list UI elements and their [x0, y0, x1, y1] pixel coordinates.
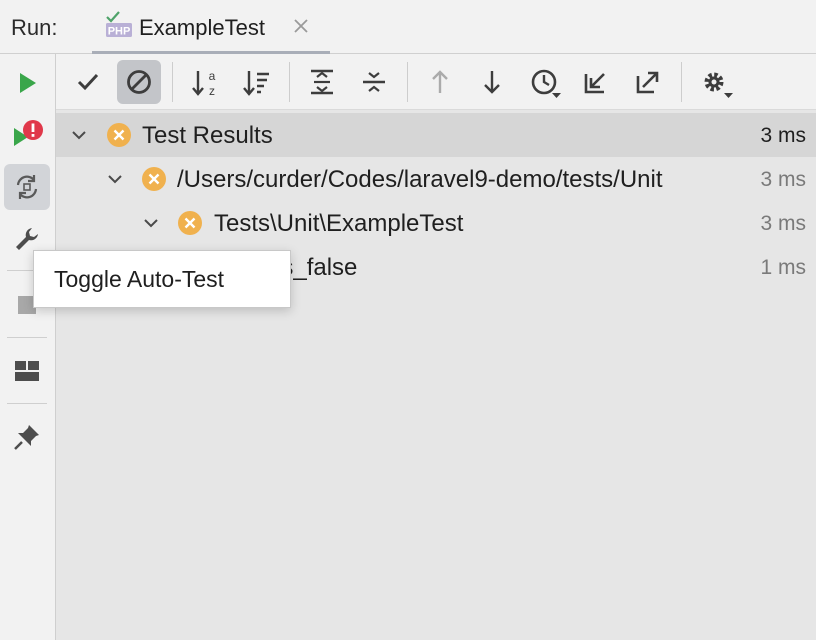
- chevron-down-icon[interactable]: [141, 213, 161, 233]
- rerun-failed-icon: [14, 120, 43, 146]
- previous-failed-button[interactable]: [418, 60, 462, 104]
- ignored-status-icon: [178, 211, 202, 235]
- collapse-all-button[interactable]: [352, 60, 396, 104]
- next-failed-button[interactable]: [470, 60, 514, 104]
- tree-row-test-results[interactable]: Test Results 3 ms: [56, 113, 816, 157]
- chevron-down-icon[interactable]: [105, 169, 125, 189]
- left-toolbar: [0, 54, 56, 640]
- tree-row-time: 3 ms: [760, 124, 806, 147]
- sort-alphabetically-button[interactable]: a z: [183, 60, 227, 104]
- separator: [7, 337, 47, 338]
- pin-icon: [14, 425, 39, 450]
- expand-all-button[interactable]: [300, 60, 344, 104]
- rerun-button[interactable]: [4, 60, 50, 106]
- separator: [681, 62, 682, 102]
- chevron-down-icon[interactable]: [69, 125, 89, 145]
- tree-row-time: 1 ms: [760, 256, 806, 279]
- settings-button[interactable]: [692, 60, 736, 104]
- settings-icon: [704, 72, 733, 98]
- show-ignored-button[interactable]: [117, 60, 161, 104]
- separator: [289, 62, 290, 102]
- tree-row-time: 3 ms: [760, 168, 806, 191]
- test-results-tree: Test Results 3 ms /Users/curder/Codes/la…: [56, 110, 816, 640]
- separator: [172, 62, 173, 102]
- tree-row-example-test[interactable]: Tests\Unit\ExampleTest 3 ms: [56, 201, 816, 245]
- run-label: Run:: [11, 15, 58, 40]
- next-failed-icon: [484, 71, 500, 94]
- tree-row-label: Tests\Unit\ExampleTest: [214, 210, 464, 237]
- show-ignored-icon: [127, 70, 151, 94]
- import-tests-button[interactable]: [574, 60, 618, 104]
- tooltip-text: Toggle Auto-Test: [54, 266, 225, 292]
- sort-by-duration-button[interactable]: [234, 60, 278, 104]
- tree-row-label: /Users/curder/Codes/laravel9-demo/tests/…: [177, 166, 663, 193]
- toggle-auto-test-icon: [16, 175, 38, 199]
- svg-text:a: a: [209, 69, 216, 83]
- tree-row-label: Test Results: [142, 122, 273, 149]
- layout-button[interactable]: [4, 348, 50, 394]
- ignored-status-icon: [142, 167, 166, 191]
- separator: [7, 403, 47, 404]
- sort-alphabetically-icon: a z: [192, 69, 216, 98]
- ignored-status-icon: [107, 123, 131, 147]
- close-icon[interactable]: [290, 15, 312, 37]
- collapse-all-icon: [363, 72, 385, 92]
- sort-by-duration-icon: [243, 71, 269, 96]
- show-passed-icon: [77, 73, 99, 91]
- rerun-failed-button[interactable]: [4, 112, 50, 158]
- export-results-button[interactable]: [626, 60, 670, 104]
- tooltip: Toggle Auto-Test: [33, 250, 291, 308]
- php-badge: PHP: [108, 26, 131, 38]
- run-tool-window-header: Run: PHP ExampleTest: [0, 0, 816, 54]
- pin-button[interactable]: [4, 414, 50, 460]
- previous-failed-icon: [432, 70, 448, 93]
- import-tests-icon: [584, 73, 605, 94]
- php-test-icon: PHP: [106, 11, 132, 38]
- layout-icon: [15, 361, 39, 381]
- toggle-auto-test-button[interactable]: [4, 164, 50, 210]
- separator: [407, 62, 408, 102]
- history-button[interactable]: [522, 60, 566, 104]
- tab-label: ExampleTest: [139, 15, 265, 40]
- tree-row-time: 3 ms: [760, 212, 806, 235]
- tab-example-test[interactable]: PHP ExampleTest: [92, 0, 330, 54]
- svg-text:z: z: [209, 84, 215, 98]
- expand-all-icon: [311, 69, 333, 95]
- rerun-icon: [20, 73, 36, 93]
- test-runner-toolbar: a z: [56, 54, 816, 110]
- tree-row-unit-folder[interactable]: /Users/curder/Codes/laravel9-demo/tests/…: [56, 157, 816, 201]
- history-icon: [531, 69, 561, 98]
- show-passed-button[interactable]: [66, 60, 110, 104]
- export-results-icon: [636, 71, 659, 94]
